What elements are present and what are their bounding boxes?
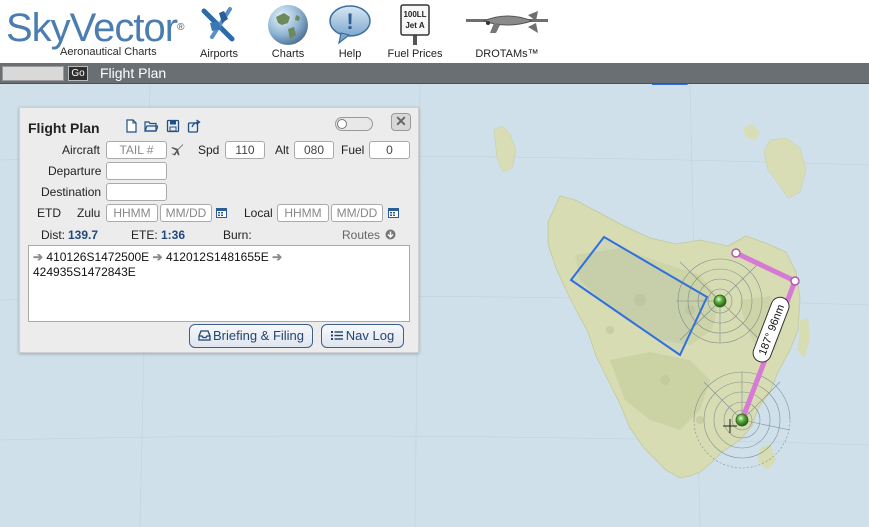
nav-log-label: Nav Log <box>345 328 395 343</box>
speed-field[interactable]: 110 <box>225 141 265 159</box>
list-icon <box>330 331 343 340</box>
drone-icon <box>466 11 548 33</box>
toolbar: Go Flight Plan <box>0 63 869 84</box>
toggle-knob <box>337 119 347 129</box>
go-button[interactable]: Go <box>68 66 88 81</box>
ete-value: 1:36 <box>161 228 186 242</box>
etd-label: ETD <box>37 206 61 220</box>
destination-field[interactable] <box>106 183 167 201</box>
destination-label: Destination <box>41 185 102 199</box>
zulu-label: Zulu <box>77 206 101 220</box>
nav-airports[interactable]: Airports <box>196 0 242 62</box>
toolbar-flight-plan-link[interactable]: Flight Plan <box>100 65 166 81</box>
svg-text:!: ! <box>346 9 353 34</box>
globe-icon <box>268 5 308 45</box>
burn-label: Burn: <box>223 228 252 242</box>
skyvector-app: { "header": { "logo_text": "SkyVector", … <box>0 0 869 527</box>
help-icon: ! <box>329 5 371 45</box>
nav-drotams-label: DROTAMs™ <box>475 48 539 60</box>
close-icon[interactable]: ✕ <box>391 113 411 131</box>
chevron-down-circle-icon <box>385 229 396 240</box>
routes-label: Routes <box>342 228 381 242</box>
local-time-field[interactable]: HHMM <box>277 204 329 222</box>
open-folder-icon[interactable] <box>144 119 158 133</box>
nav-log-button[interactable]: Nav Log <box>321 324 404 348</box>
nav-charts-label: Charts <box>271 48 305 60</box>
alt-label: Alt <box>275 143 290 157</box>
dist-label: Dist: <box>41 228 65 242</box>
logo-wordmark: SkyVector® <box>6 6 185 50</box>
fuel-sign-line2: Jet A <box>405 21 424 30</box>
aircraft-field[interactable]: TAIL # <box>106 141 167 159</box>
flight-plan-panel: Flight Plan ✕ Aircraft TAIL # Spd 110 Al… <box>19 107 419 353</box>
search-input[interactable] <box>2 66 64 81</box>
zulu-time-field[interactable]: HHMM <box>106 204 158 222</box>
fuel-sign-icon: 100LL Jet A <box>400 4 430 45</box>
skyvector-logo[interactable]: SkyVector® Aeronautical Charts <box>6 6 186 60</box>
route-waypoint[interactable]: 410126S1472500E <box>46 250 149 264</box>
spd-label: Spd <box>198 143 220 157</box>
nav-drotams[interactable]: DROTAMs™ <box>462 0 552 62</box>
nav-airports-label: Airports <box>200 48 238 60</box>
route-waypoint[interactable]: 424935S1472843E <box>33 265 136 279</box>
dist-value: 139.7 <box>68 228 99 242</box>
site-header: SkyVector® Aeronautical Charts Airports … <box>0 0 869 63</box>
logo-text: SkyVector <box>6 6 178 50</box>
fuel-label: Fuel <box>341 143 365 157</box>
new-document-icon[interactable] <box>124 119 138 133</box>
nav-help[interactable]: ! Help <box>326 0 374 62</box>
plane-icon[interactable] <box>171 143 184 156</box>
route-waypoint[interactable]: 412012S1481655E <box>166 250 269 264</box>
nav-fuel-prices[interactable]: 100LL Jet A Fuel Prices <box>386 0 444 62</box>
fuel-sign-line1: 100LL <box>403 10 426 19</box>
briefing-filing-label: Briefing & Filing <box>212 328 305 343</box>
departure-label: Departure <box>48 164 102 178</box>
local-label: Local <box>244 206 273 220</box>
local-date-field[interactable]: MM/DD <box>331 204 383 222</box>
briefing-filing-button[interactable]: Briefing & Filing <box>189 324 313 348</box>
route-arrow-icon: ➔ <box>272 250 283 264</box>
logo-subtitle: Aeronautical Charts <box>60 46 157 58</box>
aircraft-label: Aircraft <box>62 143 101 157</box>
departure-field[interactable] <box>106 162 167 180</box>
route-arrow-icon: ➔ <box>152 250 163 264</box>
altitude-field[interactable]: 080 <box>294 141 334 159</box>
panel-toggle-switch[interactable] <box>335 117 373 131</box>
routes-dropdown[interactable]: Routes <box>342 228 396 242</box>
zulu-calendar-icon[interactable] <box>216 207 227 218</box>
zulu-date-field[interactable]: MM/DD <box>160 204 212 222</box>
share-icon[interactable] <box>187 119 201 133</box>
local-calendar-icon[interactable] <box>388 207 399 218</box>
inbox-icon <box>198 330 211 341</box>
route-textbox[interactable]: ➔ 410126S1472500E ➔ 412012S1481655E ➔ 42… <box>28 245 410 322</box>
airport-icon <box>201 7 235 42</box>
save-icon[interactable] <box>166 119 180 133</box>
panel-title: Flight Plan <box>28 120 100 136</box>
fuel-field[interactable]: 0 <box>369 141 410 159</box>
ete-label: ETE: <box>131 228 158 242</box>
route-arrow-icon: ➔ <box>33 250 44 264</box>
nav-fuel-prices-label: Fuel Prices <box>387 48 443 60</box>
logo-registered-mark: ® <box>177 22 184 33</box>
nav-charts[interactable]: Charts <box>264 0 312 62</box>
nav-help-label: Help <box>338 48 362 60</box>
